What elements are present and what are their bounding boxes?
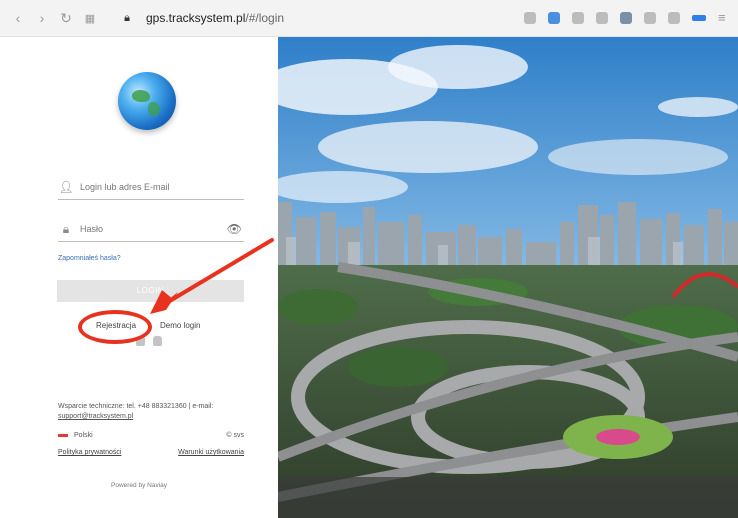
annotation-circle (78, 310, 152, 344)
annotation-arrow-icon (150, 238, 274, 314)
